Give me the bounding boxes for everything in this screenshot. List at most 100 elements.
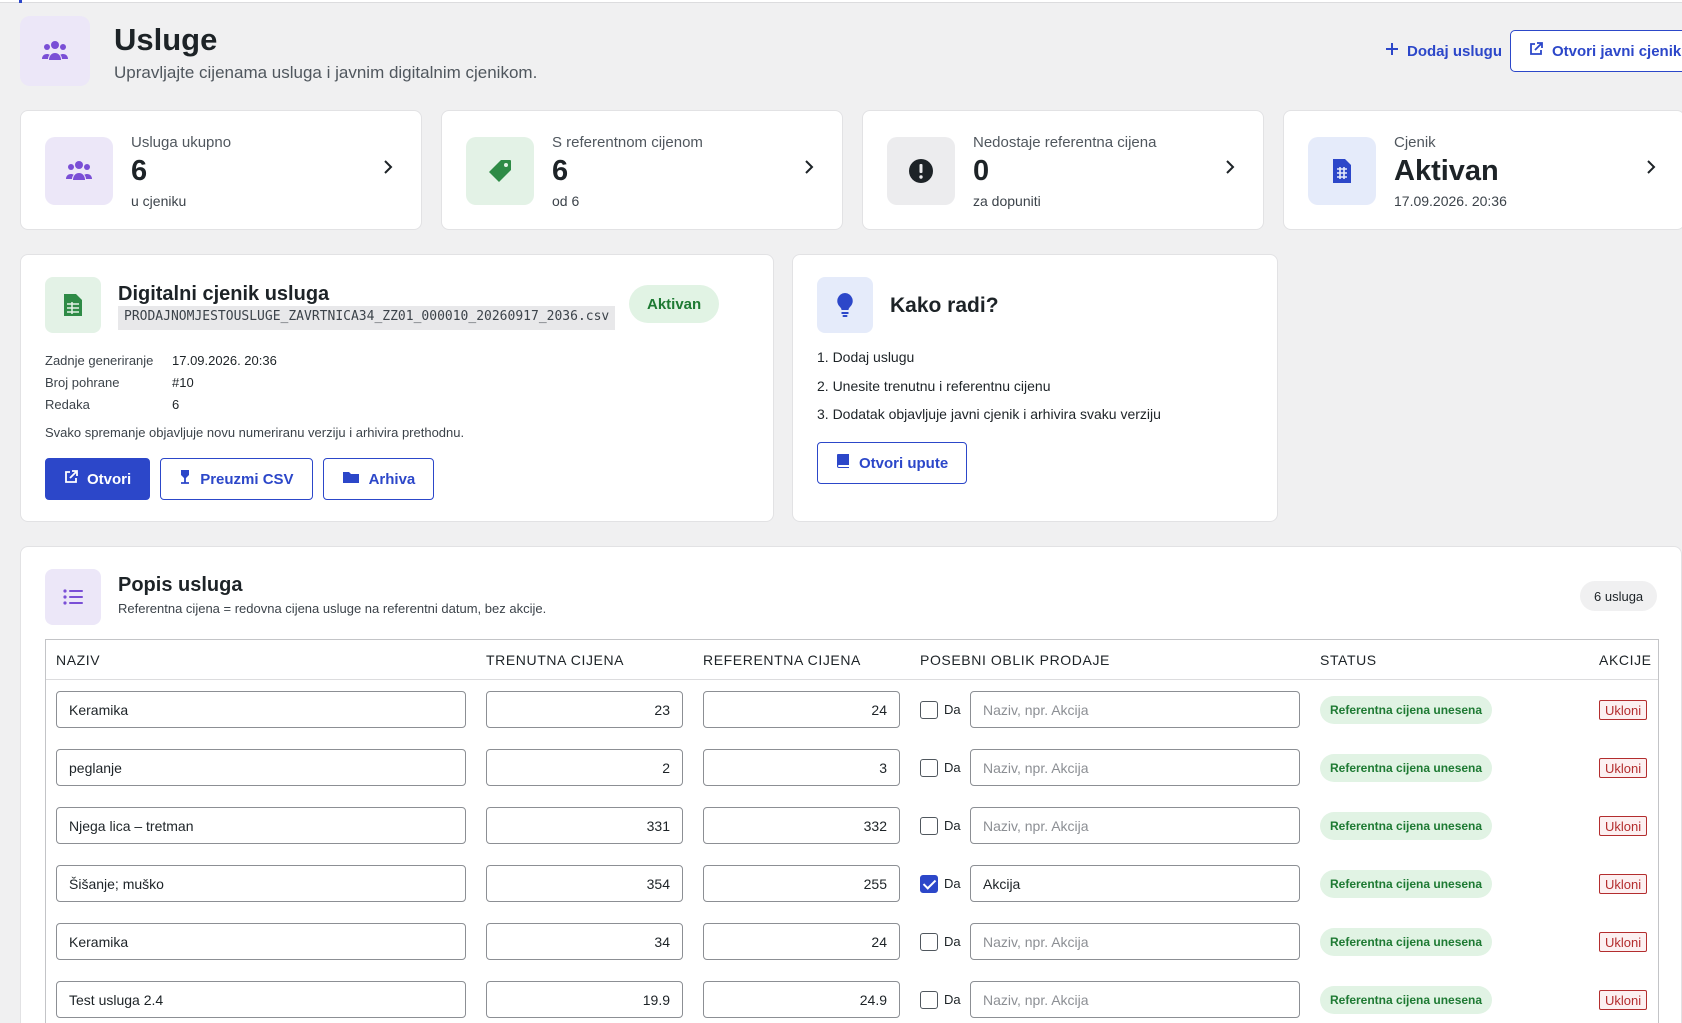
users-icon: [45, 137, 113, 205]
stat-label: S referentnom cijenom: [552, 134, 703, 151]
column-header: POSEBNI OBLIK PRODAJE: [920, 652, 1110, 668]
service-name-input[interactable]: Šišanje; muško: [56, 865, 466, 902]
reference-price-input[interactable]: 3: [703, 749, 900, 786]
stat-note: u cjeniku: [131, 193, 187, 209]
current-price-input[interactable]: 19.9: [486, 981, 683, 1018]
special-sale-name-input[interactable]: Naziv, npr. Akcija: [970, 981, 1300, 1018]
focus-mark: [19, 0, 22, 3]
meta-value: 6: [172, 396, 180, 412]
download-csv-label: Preuzmi CSV: [200, 470, 294, 488]
column-header: REFERENTNA CIJENA: [703, 652, 861, 668]
remove-button[interactable]: Ukloni: [1599, 932, 1648, 952]
chevron-right-icon: [1646, 159, 1656, 180]
special-sale-label: Da: [944, 702, 961, 717]
special-sale-checkbox[interactable]: [920, 817, 938, 835]
column-header: STATUS: [1320, 652, 1377, 668]
reference-price-input[interactable]: 24.9: [703, 981, 900, 1018]
stat-value: 6: [131, 155, 148, 187]
meta-key: Broj pohrane: [45, 374, 120, 390]
current-price-input[interactable]: 331: [486, 807, 683, 844]
how-step: 2. Unesite trenutnu i referentnu cijenu: [817, 377, 1051, 394]
services-table: NAZIV TRENUTNA CIJENA REFERENTNA CIJENA …: [45, 639, 1659, 1023]
special-sale-checkbox[interactable]: [920, 701, 938, 719]
remove-button[interactable]: Ukloni: [1599, 990, 1648, 1010]
status-badge: Referentna cijena unesena: [1320, 928, 1493, 956]
list-icon: [45, 569, 101, 625]
remove-button[interactable]: Ukloni: [1599, 700, 1648, 720]
service-name-input[interactable]: Keramika: [56, 691, 466, 728]
table-row: peglanje 2 3 Da Naziv, npr. Akcija Referentna…: [46, 738, 1658, 796]
special-sale-checkbox[interactable]: [920, 991, 938, 1009]
current-price-input[interactable]: 23: [486, 691, 683, 728]
folder-icon: [342, 470, 360, 488]
open-pricelist-button[interactable]: Otvori: [45, 458, 151, 500]
column-header: NAZIV: [56, 652, 101, 668]
service-name-input[interactable]: peglanje: [56, 749, 466, 786]
services-title: Popis usluga: [118, 574, 243, 596]
special-sale-checkbox[interactable]: [920, 759, 938, 777]
pricelist-card: Digitalni cjenik usluga PRODAJNOMJESTOUS…: [20, 254, 774, 522]
add-service-button[interactable]: Dodaj uslugu: [1385, 42, 1502, 60]
status-badge: Referentna cijena unesena: [1320, 812, 1493, 840]
warning-icon: [887, 137, 955, 205]
special-sale-label: Da: [944, 760, 961, 775]
reference-price-input[interactable]: 24: [703, 923, 900, 960]
download-csv-button[interactable]: Preuzmi CSV: [160, 458, 313, 500]
special-sale-checkbox[interactable]: [920, 933, 938, 951]
stat-card-missing-reference[interactable]: Nedostaje referentna cijena 0 za dopunit…: [862, 110, 1264, 230]
service-name-input[interactable]: Keramika: [56, 923, 466, 960]
table-header: NAZIV TRENUTNA CIJENA REFERENTNA CIJENA …: [46, 640, 1658, 680]
special-sale-name-input[interactable]: Akcija: [970, 865, 1300, 902]
table-row: Test usluga 2.4 19.9 24.9 Da Naziv, npr. Akc…: [46, 970, 1658, 1023]
remove-button[interactable]: Ukloni: [1599, 874, 1648, 894]
open-guide-label: Otvori upute: [859, 454, 949, 472]
reference-price-input[interactable]: 332: [703, 807, 900, 844]
stat-value: Aktivan: [1394, 155, 1499, 187]
current-price-input[interactable]: 34: [486, 923, 683, 960]
special-sale-name-input[interactable]: Naziv, npr. Akcija: [970, 807, 1300, 844]
archive-button[interactable]: Arhiva: [322, 458, 435, 500]
service-name-input[interactable]: Test usluga 2.4: [56, 981, 466, 1018]
chevron-right-icon: [383, 159, 393, 180]
meta-key: Zadnje generiranje: [45, 352, 154, 368]
stat-note: od 6: [552, 193, 580, 209]
how-it-works-card: Kako radi? 1. Dodaj uslugu 2. Unesite tr…: [792, 254, 1278, 522]
document-icon: [1308, 137, 1376, 205]
how-step: 1. Dodaj uslugu: [817, 349, 915, 365]
spreadsheet-icon: [45, 277, 101, 333]
lightbulb-icon: [817, 277, 873, 333]
special-sale-name-input[interactable]: Naziv, npr. Akcija: [970, 691, 1300, 728]
special-sale-name-input[interactable]: Naziv, npr. Akcija: [970, 749, 1300, 786]
how-title: Kako radi?: [890, 294, 999, 317]
page-subtitle: Upravljajte cijenama usluga i javnim dig…: [114, 63, 538, 82]
stat-label: Usluga ukupno: [131, 134, 232, 151]
page-title: Usluge: [114, 22, 218, 57]
meta-key: Redaka: [45, 396, 90, 412]
remove-button[interactable]: Ukloni: [1599, 816, 1648, 836]
service-name-input[interactable]: Njega lica – tretman: [56, 807, 466, 844]
table-row: Keramika 34 24 Da Naziv, npr. Akcija Referent…: [46, 912, 1658, 970]
status-badge: Referentna cijena unesena: [1320, 870, 1493, 898]
current-price-input[interactable]: 2: [486, 749, 683, 786]
special-sale-label: Da: [944, 992, 961, 1007]
special-sale-name-input[interactable]: Naziv, npr. Akcija: [970, 923, 1300, 960]
pricelist-note: Svako spremanje objavljuje novu numerira…: [45, 425, 465, 440]
stat-label: Cjenik: [1394, 134, 1436, 151]
current-price-input[interactable]: 354: [486, 865, 683, 902]
meta-row: Zadnje generiranje 17.09.2026. 20:36: [45, 349, 277, 371]
reference-price-input[interactable]: 255: [703, 865, 900, 902]
stat-card-with-reference[interactable]: S referentnom cijenom 6 od 6: [441, 110, 843, 230]
pricelist-meta: Zadnje generiranje 17.09.2026. 20:36 Broj…: [45, 349, 277, 415]
open-guide-button[interactable]: Otvori upute: [817, 442, 968, 484]
services-count-badge: 6 usluga: [1580, 581, 1658, 611]
plus-icon: [1385, 42, 1399, 60]
open-public-pricelist-button[interactable]: Otvori javni cjenik: [1510, 30, 1682, 72]
meta-value: #10: [172, 374, 194, 390]
stat-card-total[interactable]: Usluga ukupno 6 u cjeniku: [20, 110, 422, 230]
reference-price-input[interactable]: 24: [703, 691, 900, 728]
column-header: TRENUTNA CIJENA: [486, 652, 625, 668]
remove-button[interactable]: Ukloni: [1599, 758, 1648, 778]
stat-card-pricelist[interactable]: Cjenik Aktivan 17.09.2026. 20:36: [1283, 110, 1682, 230]
book-icon: [836, 453, 850, 473]
special-sale-checkbox[interactable]: [920, 875, 938, 893]
